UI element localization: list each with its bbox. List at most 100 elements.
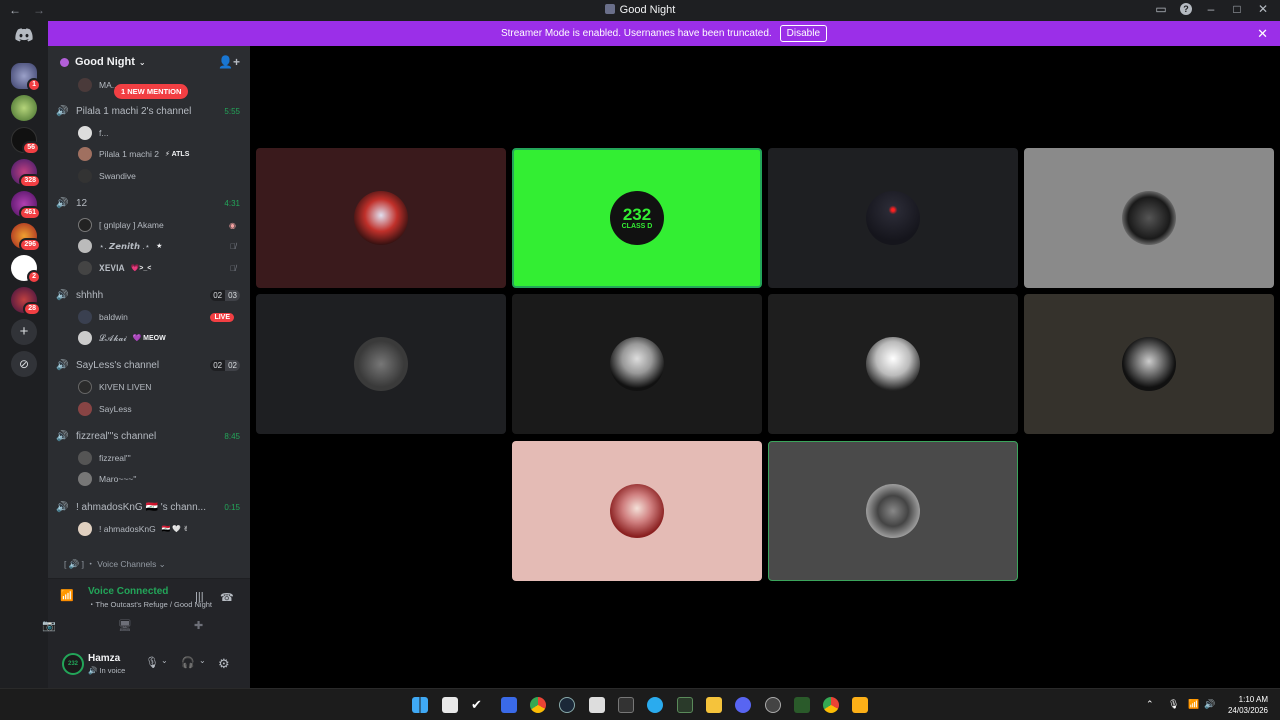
voice-channel[interactable]: 🔊 SayLess's channel 02 02 — [56, 356, 244, 374]
server-icon-5[interactable]: 461 — [11, 191, 41, 220]
terminal-icon[interactable] — [618, 697, 634, 713]
voice-user[interactable]: 𝓛𝓐𝓴𝓪𝓲 💜 MEOW — [78, 329, 246, 347]
video-tile[interactable] — [1024, 294, 1274, 434]
close-window-button[interactable]: ✕ — [1256, 2, 1270, 16]
voice-user[interactable]: fizzreal''' — [78, 449, 246, 467]
server-icon-4[interactable]: 328 — [11, 159, 41, 188]
server-icon-7[interactable]: 2 — [11, 255, 41, 284]
inbox-icon[interactable]: ▭ — [1154, 2, 1168, 16]
window-title: Good Night — [0, 4, 1280, 16]
video-tile[interactable] — [256, 148, 506, 288]
voice-user[interactable]: Swandive — [78, 167, 246, 185]
avatar[interactable]: 232 — [62, 653, 84, 675]
username[interactable]: Hamza — [88, 653, 120, 664]
system-clock[interactable]: 1:10 AM 24/03/2026 — [1228, 694, 1268, 716]
minimize-button[interactable]: – — [1204, 2, 1218, 16]
signal-icon[interactable]: 📶 — [60, 589, 76, 605]
chevron-up-icon[interactable]: ⌃ — [1146, 699, 1154, 710]
voice-user[interactable]: ⋆. 𝙕𝙚𝙣𝙞𝙩𝙝 .⋆ ★ 🎙̸ — [78, 237, 246, 255]
server-icon-3[interactable]: 56 — [11, 127, 40, 155]
voice-channel[interactable]: 🔊 fizzreal'''s channel 8:45 — [56, 427, 244, 445]
chevron-down-icon[interactable]: ⌄ — [199, 656, 206, 665]
activities-icon[interactable]: ✚ — [194, 619, 203, 632]
video-tile[interactable] — [512, 441, 762, 581]
voice-channel[interactable]: 🔊 ! ahmadosKnG 🇮🇶 's chann... 0:15 — [56, 498, 244, 516]
telegram-icon[interactable] — [647, 697, 663, 713]
avatar — [78, 451, 92, 465]
window-controls: ▭ ? – □ ✕ — [1154, 2, 1270, 16]
windows-start-icon[interactable] — [412, 697, 428, 713]
volume-icon[interactable]: 🔊 — [1204, 699, 1215, 710]
wifi-icon[interactable]: 📶 — [1188, 699, 1199, 710]
channel-timer: 8:45 — [224, 431, 240, 441]
voice-user[interactable]: Pilala 1 machi 2 ⚡ ATLS — [78, 145, 246, 163]
invite-people-icon[interactable]: 👤+ — [218, 55, 240, 69]
voice-channel[interactable]: 🔊 Pilala 1 machi 2's channel 5:55 — [56, 102, 244, 120]
chrome-icon[interactable] — [530, 697, 546, 713]
user-tag: 🇮🇶 🤍 ✌ — [161, 526, 189, 533]
camera-off-icon[interactable]: 📷 — [42, 619, 56, 632]
noise-suppression-icon[interactable]: ||| — [195, 591, 204, 603]
app-icon[interactable] — [677, 697, 693, 713]
app-icon[interactable] — [501, 697, 517, 713]
chrome-icon[interactable] — [823, 697, 839, 713]
voice-user[interactable]: baldwin LIVE — [78, 308, 246, 326]
voice-channels-category[interactable]: [ 🔊 ] ・ Voice Channels ⌄ — [64, 558, 166, 570]
video-tile[interactable] — [768, 148, 1018, 288]
voice-user[interactable]: SayLess — [78, 400, 246, 418]
voice-channel[interactable]: 🔊 12 4:31 — [56, 194, 244, 212]
server-header[interactable]: Good Night ⌄ 👤+ — [48, 46, 250, 78]
video-tile[interactable] — [1024, 148, 1274, 288]
voice-status-title[interactable]: Voice Connected — [88, 586, 168, 597]
stream-icon: ◉ — [229, 220, 236, 230]
maximize-button[interactable]: □ — [1230, 2, 1244, 16]
discover-icon[interactable]: ⊘ — [11, 351, 37, 377]
new-mention-pill[interactable]: 1 NEW MENTION — [114, 84, 189, 99]
close-icon[interactable]: ✕ — [1257, 26, 1268, 42]
folder-icon[interactable] — [706, 697, 722, 713]
avatar — [866, 484, 920, 538]
video-tile[interactable] — [512, 294, 762, 434]
voice-user[interactable]: ! ahmadosKnG 🇮🇶 🤍 ✌ — [78, 520, 246, 538]
search-icon[interactable] — [442, 697, 458, 713]
voice-user[interactable]: 𝐗𝐄𝐕𝐈𝐀 💗>_< 🎙̸ — [78, 259, 246, 277]
app-icon[interactable] — [794, 697, 810, 713]
video-tile[interactable] — [256, 294, 506, 434]
voice-channel-path[interactable]: ・The Outcast's Refuge / Good Night — [88, 599, 212, 610]
voice-user[interactable]: Maro~~~'' — [78, 470, 246, 488]
server-icon-1[interactable]: 1 — [11, 63, 41, 92]
add-server-button[interactable]: + — [11, 319, 37, 345]
discord-icon[interactable] — [735, 697, 751, 713]
voice-user[interactable]: KIVEN LIVEN — [78, 378, 246, 396]
steam-icon[interactable] — [559, 697, 575, 713]
video-tile[interactable]: 232 CLASS D — [512, 148, 762, 288]
avatar — [78, 218, 92, 232]
speaker-icon: 🔊 — [56, 431, 69, 442]
avatar — [78, 78, 92, 92]
microphone-icon[interactable]: 🎙 — [145, 656, 159, 669]
help-icon[interactable]: ? — [1180, 3, 1192, 15]
discord-home-icon[interactable] — [11, 28, 37, 46]
disable-streamer-button[interactable]: Disable — [779, 25, 828, 42]
screen-share-icon[interactable]: 🖥 — [118, 619, 132, 632]
disconnect-icon[interactable]: ☎ — [220, 591, 234, 604]
user-status: 🔊 In voice — [88, 666, 126, 675]
speaker-icon: 🔊 — [56, 106, 69, 117]
video-tile[interactable] — [768, 441, 1018, 581]
server-icon-8[interactable]: 28 — [11, 287, 41, 316]
store-icon[interactable] — [589, 697, 605, 713]
checkmark-app-icon[interactable]: ✔ — [471, 697, 487, 713]
app-icon[interactable] — [765, 697, 781, 713]
voice-channel[interactable]: 🔊 shhhh 02 03 — [56, 286, 244, 304]
chevron-down-icon[interactable]: ⌄ — [161, 656, 168, 665]
rockstar-icon[interactable] — [852, 697, 868, 713]
voice-user[interactable]: [ gnlplay ] Akame ◉ — [78, 216, 246, 234]
video-tile[interactable] — [768, 294, 1018, 434]
gear-icon[interactable]: ⚙ — [218, 656, 230, 672]
headphones-icon[interactable]: 🎧 — [181, 656, 195, 669]
voice-user[interactable]: f... — [78, 124, 246, 142]
server-icon-6[interactable]: 296 — [11, 223, 41, 252]
avatar-number: 232 — [622, 205, 652, 224]
server-icon-2[interactable] — [11, 95, 37, 121]
mic-tray-icon[interactable]: 🎙 — [1168, 699, 1179, 710]
